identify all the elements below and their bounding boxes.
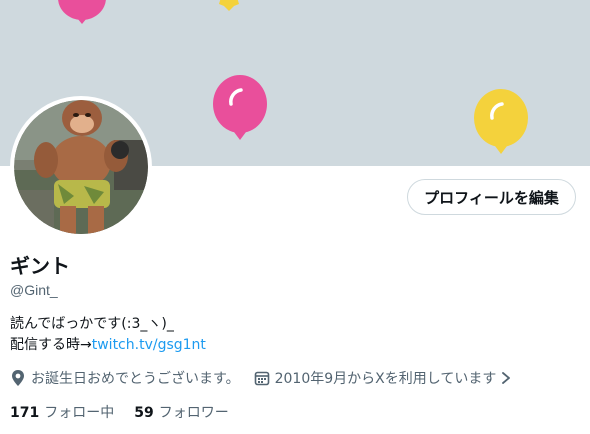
bio-line: 配信する時→twitch.tv/gsg1nt — [10, 335, 206, 356]
profile-avatar-frame[interactable] — [10, 96, 152, 238]
followers-count: 59 — [134, 405, 154, 421]
bio-link[interactable]: twitch.tv/gsg1nt — [92, 337, 206, 353]
avatar[interactable] — [14, 100, 148, 234]
calendar-icon — [254, 371, 269, 386]
following-label: フォロー中 — [44, 405, 115, 421]
following-count: 171 — [10, 405, 40, 421]
balloon-icon — [219, 0, 239, 11]
edit-profile-button[interactable]: プロフィールを編集 — [407, 179, 576, 215]
birthday-item: お誕生日おめでとうございます。 — [10, 368, 240, 388]
location-pin-icon — [12, 370, 24, 386]
bio-prefix: 配信する時→ — [10, 337, 92, 353]
chevron-right-icon — [502, 372, 511, 384]
follow-stats: 171 フォロー中 59 フォロワー — [10, 402, 249, 422]
joined-text: 2010年9月からXを利用しています — [274, 371, 497, 387]
joined-item[interactable]: 2010年9月からXを利用しています — [254, 368, 518, 388]
followers-label: フォロワー — [158, 405, 229, 421]
username-handle: @Gint_ — [10, 282, 58, 298]
balloon-icon — [474, 89, 528, 154]
profile-meta: お誕生日おめでとうございます。 2010年9月からXを利用しています — [10, 368, 531, 388]
followers-link[interactable]: 59 フォロワー — [134, 402, 228, 422]
bio-line: 読んでばっかです(:3_ヽ)_ — [10, 316, 174, 332]
following-link[interactable]: 171 フォロー中 — [10, 402, 114, 422]
birthday-text: お誕生日おめでとうございます。 — [31, 371, 240, 387]
display-name: ギント — [10, 254, 70, 278]
balloon-icon — [58, 0, 106, 24]
balloon-icon — [213, 75, 267, 140]
profile-bio: 読んでばっかです(:3_ヽ)_ 配信する時→twitch.tv/gsg1nt — [10, 314, 206, 356]
